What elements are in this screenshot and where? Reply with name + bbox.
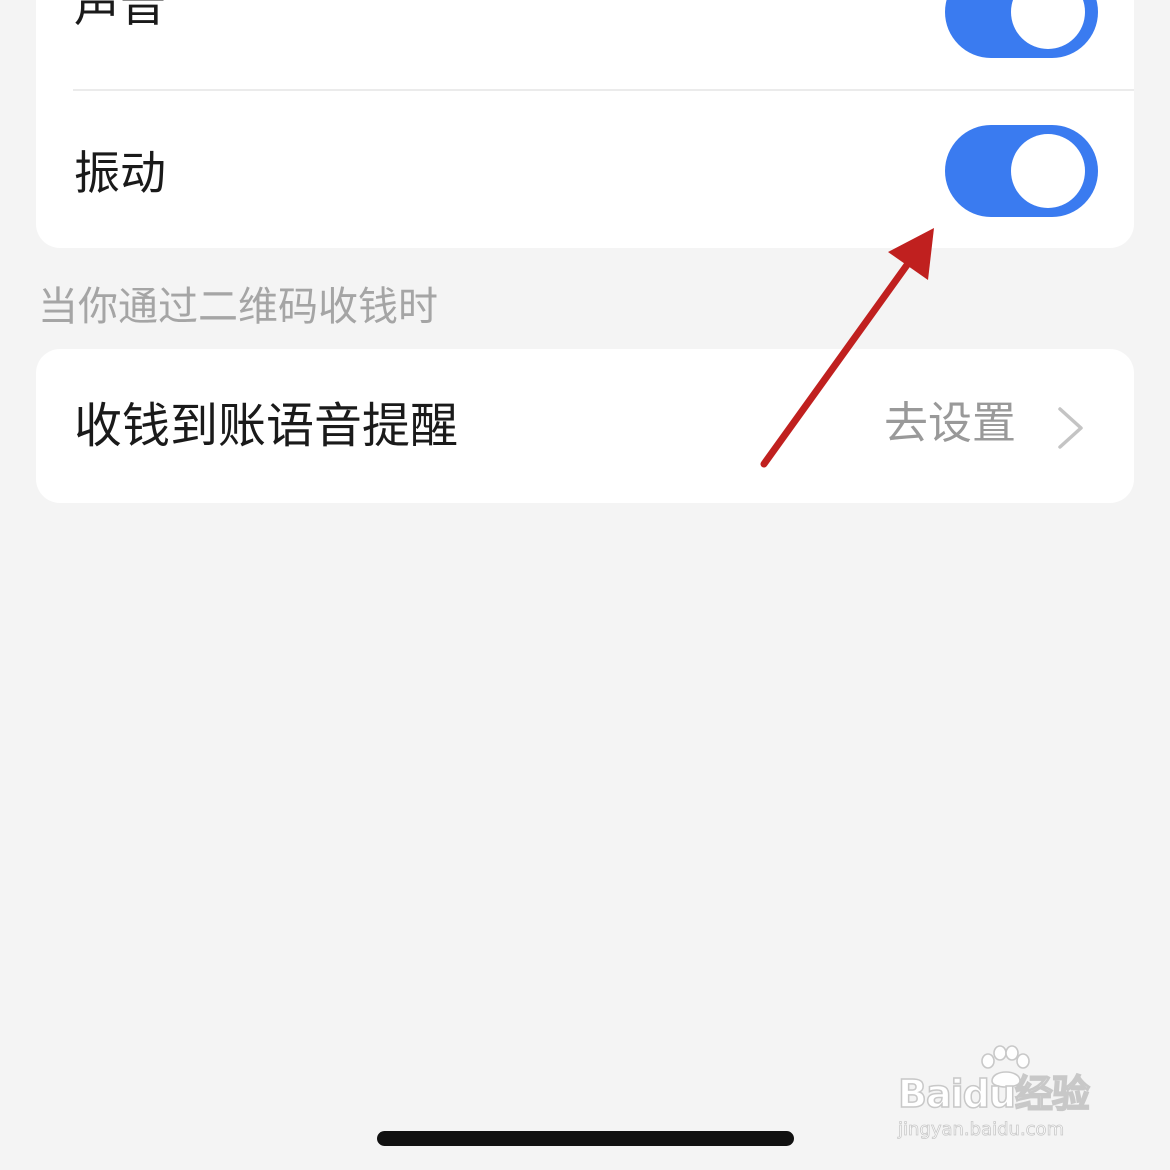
sound-toggle-knob bbox=[1011, 0, 1085, 49]
qr-section-caption: 当你通过二维码收钱时 bbox=[38, 284, 438, 330]
chevron-right-icon bbox=[1058, 407, 1083, 449]
notification-settings-card: 声音 振动 bbox=[36, 0, 1134, 248]
sound-toggle[interactable] bbox=[945, 0, 1098, 58]
vibrate-label: 振动 bbox=[74, 146, 166, 200]
go-settings-link[interactable]: 去设置 bbox=[884, 402, 1016, 446]
voice-reminder-label: 收钱到账语音提醒 bbox=[74, 398, 459, 454]
watermark-brand: Baidu经验 bbox=[897, 1072, 1090, 1116]
watermark-url: jingyan.baidu.com bbox=[898, 1119, 1065, 1140]
home-indicator[interactable] bbox=[377, 1131, 794, 1146]
vibrate-toggle-knob bbox=[1011, 134, 1085, 208]
voice-reminder-row[interactable]: 收钱到账语音提醒 去设置 bbox=[36, 349, 1134, 503]
vibrate-toggle[interactable] bbox=[945, 125, 1098, 217]
baidu-watermark: Baidu经验 jingyan.baidu.com bbox=[896, 1045, 1106, 1145]
row-divider bbox=[73, 89, 1134, 91]
sound-label: 声音 bbox=[74, 0, 166, 32]
paw-icon bbox=[981, 1045, 1030, 1088]
